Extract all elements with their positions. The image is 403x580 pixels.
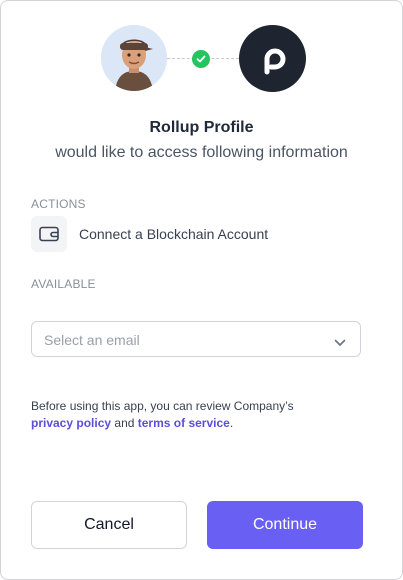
user-avatar [101,25,167,91]
continue-button[interactable]: Continue [207,501,363,549]
privacy-policy-link[interactable]: privacy policy [31,416,111,430]
available-section-label: AVAILABLE [31,277,96,291]
privacy-suffix: . [229,416,234,430]
email-select-placeholder: Select an email [44,332,140,348]
chevron-down-icon [334,334,346,352]
app-name: Rollup Profile [149,119,254,136]
request-subtitle: would like to access following informati… [55,144,348,161]
wallet-icon [31,216,67,252]
connection-header [1,25,402,93]
action-item-connect-blockchain: Connect a Blockchain Account [31,216,268,252]
action-label: Connect a Blockchain Account [79,226,269,242]
terms-of-service-link[interactable]: terms of service [138,416,230,430]
privacy-and: and [114,416,135,430]
rollup-logo [239,25,306,92]
email-select[interactable]: Select an email [31,321,361,357]
actions-section-label: ACTIONS [31,197,86,211]
privacy-prefix: Before using this app, you can review Co… [31,399,294,413]
authorization-card: Rollup Profile would like to access foll… [0,0,403,580]
cancel-button[interactable]: Cancel [31,501,187,549]
checkmark-icon [192,50,210,68]
privacy-notice: Before using this app, you can review Co… [31,398,376,432]
